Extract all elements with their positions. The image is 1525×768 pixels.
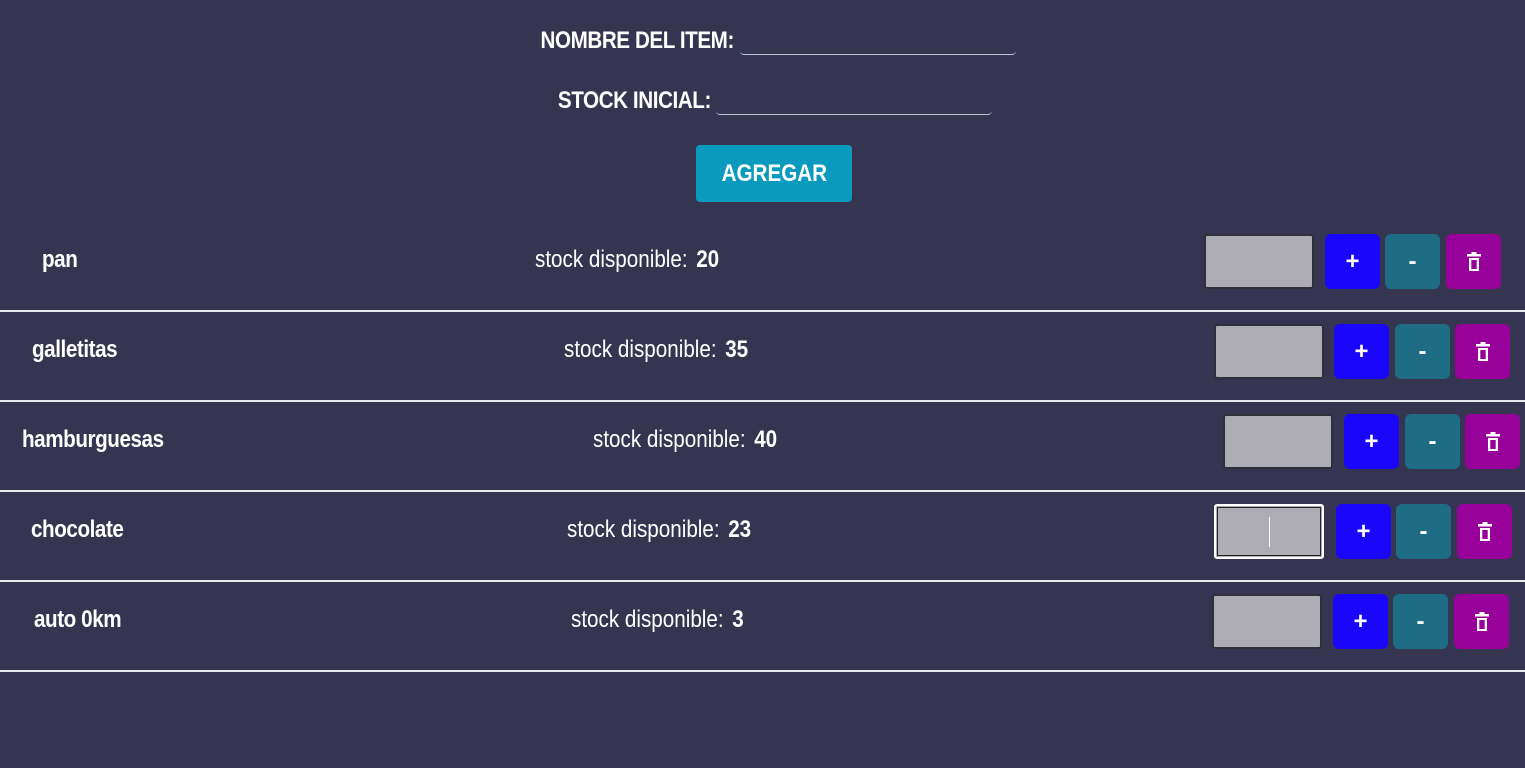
trash-icon bbox=[1466, 251, 1481, 271]
quantity-input[interactable] bbox=[1223, 414, 1333, 469]
stock-info: stock disponible: 20 bbox=[535, 246, 719, 274]
item-name: galletitas bbox=[32, 336, 118, 363]
delete-button[interactable] bbox=[1454, 594, 1509, 649]
list-item: hamburguesas stock disponible: 40 + - bbox=[0, 402, 1525, 492]
item-name-row: NOMBRE DEL ITEM: bbox=[0, 26, 1525, 55]
decrease-button[interactable]: - bbox=[1395, 324, 1450, 379]
stock-info: stock disponible: 23 bbox=[567, 516, 751, 544]
decrease-button[interactable]: - bbox=[1396, 504, 1451, 559]
increase-button[interactable]: + bbox=[1344, 414, 1399, 469]
initial-stock-input[interactable] bbox=[716, 86, 993, 115]
trash-icon bbox=[1477, 521, 1492, 541]
delete-button[interactable] bbox=[1465, 414, 1520, 469]
decrease-button[interactable]: - bbox=[1385, 234, 1440, 289]
stock-label: stock disponible: bbox=[593, 426, 746, 453]
increase-button[interactable]: + bbox=[1334, 324, 1389, 379]
add-button[interactable]: AGREGAR bbox=[696, 145, 852, 202]
list-item: chocolate stock disponible: 23 + - bbox=[0, 492, 1525, 582]
quantity-input[interactable] bbox=[1214, 504, 1324, 559]
item-name-label: NOMBRE DEL ITEM: bbox=[540, 26, 735, 54]
item-name: auto 0km bbox=[34, 606, 122, 633]
increase-button[interactable]: + bbox=[1333, 594, 1388, 649]
delete-button[interactable] bbox=[1455, 324, 1510, 379]
delete-button[interactable] bbox=[1446, 234, 1501, 289]
list-item: auto 0km stock disponible: 3 + - bbox=[0, 582, 1525, 672]
increase-button[interactable]: + bbox=[1336, 504, 1391, 559]
stock-label: stock disponible: bbox=[567, 516, 720, 543]
quantity-input[interactable] bbox=[1214, 324, 1324, 379]
stock-label: stock disponible: bbox=[535, 246, 688, 273]
list-item: galletitas stock disponible: 35 + - bbox=[0, 312, 1525, 402]
initial-stock-row: STOCK INICIAL: bbox=[0, 86, 1525, 115]
quantity-input[interactable] bbox=[1212, 594, 1322, 649]
stock-label: stock disponible: bbox=[571, 606, 724, 633]
text-caret bbox=[1269, 517, 1270, 547]
decrease-button[interactable]: - bbox=[1405, 414, 1460, 469]
trash-icon bbox=[1485, 431, 1500, 451]
initial-stock-label: STOCK INICIAL: bbox=[557, 86, 711, 114]
add-button-label: AGREGAR bbox=[721, 159, 827, 187]
item-name: pan bbox=[42, 246, 78, 273]
item-name-input[interactable] bbox=[739, 26, 1016, 55]
decrease-button[interactable]: - bbox=[1393, 594, 1448, 649]
stock-value: 35 bbox=[725, 336, 749, 363]
trash-icon bbox=[1475, 341, 1490, 361]
stock-label: stock disponible: bbox=[564, 336, 717, 363]
stock-info: stock disponible: 35 bbox=[564, 336, 748, 364]
item-name: chocolate bbox=[31, 516, 124, 543]
delete-button[interactable] bbox=[1457, 504, 1512, 559]
item-name: hamburguesas bbox=[22, 426, 164, 453]
increase-button[interactable]: + bbox=[1325, 234, 1380, 289]
stock-value: 23 bbox=[728, 516, 752, 543]
stock-value: 40 bbox=[754, 426, 778, 453]
add-item-form: NOMBRE DEL ITEM: STOCK INICIAL: AGREGAR bbox=[0, 0, 1525, 230]
trash-icon bbox=[1474, 611, 1489, 631]
stock-value: 20 bbox=[696, 246, 720, 273]
stock-info: stock disponible: 40 bbox=[593, 426, 777, 454]
stock-info: stock disponible: 3 bbox=[571, 606, 744, 634]
quantity-input[interactable] bbox=[1204, 234, 1314, 289]
list-item: pan stock disponible: 20 + - bbox=[0, 222, 1525, 312]
stock-value: 3 bbox=[732, 606, 744, 633]
